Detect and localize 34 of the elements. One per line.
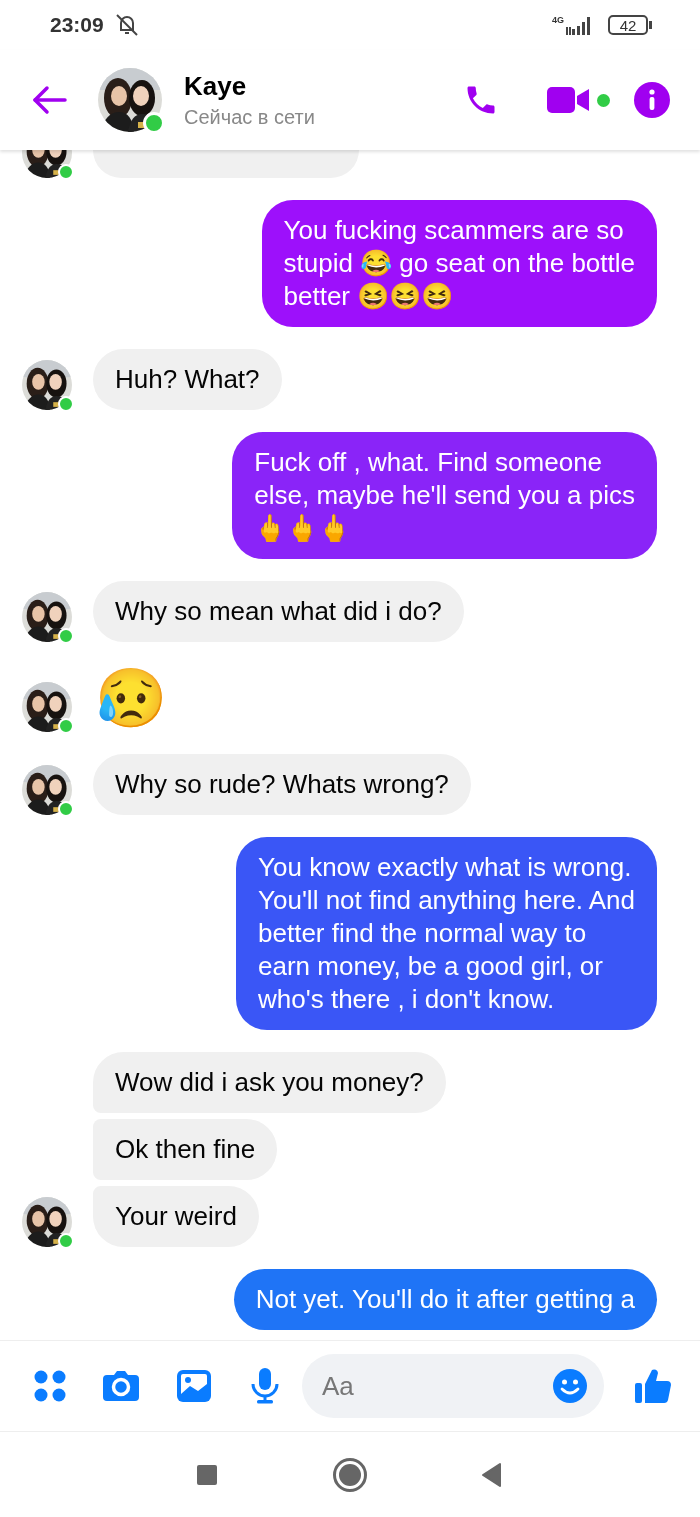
clock: 23:09: [50, 13, 104, 37]
online-dot: [58, 396, 74, 412]
emoji-message: 😥: [94, 664, 168, 732]
camera-icon[interactable]: [102, 1369, 140, 1403]
emoji-icon[interactable]: [552, 1368, 588, 1404]
message-bubble: Why so rude? Whats wrong?: [93, 754, 471, 815]
message-bubble: You know exactly what is wrong. You'll not find anything here. And better find the normal way to earn money, be a good girl, or who's there , i don't know.: [236, 837, 657, 1030]
contact-status: Сейчас в сети: [184, 106, 315, 129]
message-bubble: Not yet. You'll do it after getting a: [233, 1269, 657, 1330]
muted-bell-icon: [113, 12, 140, 38]
message-bubble: You fucking scammers are so stupid 😂 go seat on the bottle better 😆😆😆: [261, 200, 657, 327]
home-icon[interactable]: [332, 1456, 368, 1493]
microphone-icon[interactable]: [250, 1367, 280, 1405]
thumbs-up-icon[interactable]: [634, 1367, 672, 1405]
message-bubble: Ok then fine: [93, 1119, 278, 1180]
network-type: 4G: [552, 15, 564, 25]
online-dot: [58, 1233, 74, 1249]
message-bubble: Wow did i ask you money?: [93, 1052, 446, 1113]
battery-level: 42: [608, 15, 648, 35]
online-dot: [58, 718, 74, 734]
message-bubble: Fuck off , what. Find someone else, maybe he'll send you a pics 🖕🖕🖕: [232, 432, 657, 559]
online-dot: [58, 164, 72, 178]
message-bubble: Huh? What?: [93, 349, 282, 410]
back-arrow-icon[interactable]: [32, 85, 68, 115]
message-bubble: Your weird: [93, 1186, 259, 1247]
image-icon[interactable]: [176, 1369, 212, 1403]
message-bubble: Why so mean what did i do?: [93, 581, 464, 642]
menu-dots-icon[interactable]: [33, 1369, 67, 1403]
info-icon[interactable]: [634, 82, 670, 118]
video-camera-icon[interactable]: [547, 85, 589, 115]
message-input-field[interactable]: Aa: [302, 1354, 604, 1418]
online-dot: [58, 801, 74, 817]
contact-name: Kaye: [184, 71, 248, 102]
online-dot: [58, 628, 74, 644]
